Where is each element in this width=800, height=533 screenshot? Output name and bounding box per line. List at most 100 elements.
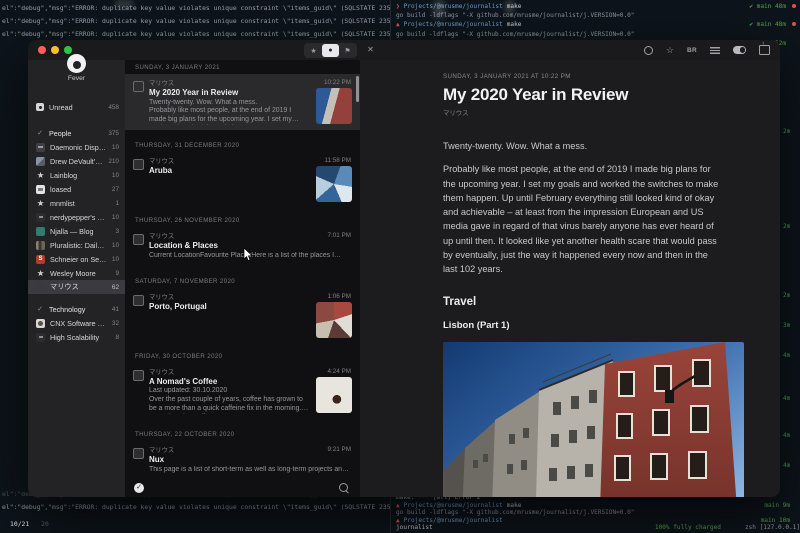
read-checkbox[interactable] [133,295,144,306]
terminal-cmd-line: ▲ Projects/@mrusme/journalist main 10m [396,517,800,525]
feed-favicon [36,143,45,152]
open-in-browser-icon[interactable]: BR [687,47,697,54]
sidebar-item-nerdypeppers-ublog[interactable]: nerdypepper's µblog 10 [28,210,125,224]
terminal-red-dot [792,22,796,26]
sidebar-section-technology[interactable]: ✓ Technology 41 [28,302,125,316]
toolbar-actions: ☆ BR ↑ [644,43,770,57]
feed-favicon [36,241,45,250]
share-icon[interactable]: ↑ [759,45,770,55]
sidebar-item-njalla-blog[interactable]: Njalla — Blog 3 [28,224,125,238]
fever-logo-icon [67,54,86,73]
thumbnail-coffee [316,377,352,413]
article-paragraph: Probably like most people, at the end of… [443,162,723,276]
list-scrollbar[interactable] [356,76,359,102]
star-icon: ★ [310,47,316,55]
star-article-icon[interactable]: ☆ [666,46,674,55]
starred-filter-button[interactable]: ★ [305,44,322,57]
read-checkbox[interactable] [133,81,144,92]
window-titlebar: ★ ● ⚑ ✕ ☆ BR ↑ [28,40,780,60]
sidebar-item-mnmlist[interactable]: ★ mnmlist 1 [28,196,125,210]
section-mark-icon: ✓ [36,129,44,138]
date-header: SATURDAY, 7 NOVEMBER 2020 [135,278,352,285]
reading-pane: SUNDAY, 3 JANUARY 2021 AT 10:22 PM My 20… [360,60,780,497]
flagged-filter-button[interactable]: ⚑ [339,44,356,57]
sidebar-section-people[interactable]: ✓ People 375 [28,126,125,140]
sidebar-item-unread[interactable]: Unread 458 [28,100,125,114]
article-list: SUNDAY, 3 JANUARY 2021 マリウス My 2020 Year… [125,60,360,497]
date-header: THURSDAY, 31 DECEMBER 2020 [135,142,352,149]
terminal-cmd-line: ▲ Projects/@mrusme/journalist make ✔ mai… [396,20,796,29]
article-row-a-nomads-coffee[interactable]: マリウス A Nomad's Coffee Last updated: 30.1… [125,363,360,419]
feed-favicon [36,227,45,236]
article-row-my-2020-year-in-review[interactable]: マリウス My 2020 Year in Review Twenty-twent… [125,74,360,130]
terminal-output-line: go build -ldflags "-X github.com/mrusme/… [396,11,796,20]
date-header: THURSDAY, 26 NOVEMBER 2020 [135,217,352,224]
close-icon: ✕ [367,45,374,54]
sidebar-item-schneier-on-security[interactable]: S Schneier on Security 10 [28,252,125,266]
prompt-icon: ▲ [396,517,400,525]
sidebar-item-high-scalability[interactable]: High Scalability 8 [28,330,125,344]
prompt-icon: ❯ [396,2,400,11]
terminal-edge-column: 2m 2m 2m 3m 4m 4m 4m 4m [783,0,800,533]
sidebar-item-lainblog[interactable]: ★ Lainblog 10 [28,168,125,182]
prompt-icon: ▲ [396,20,400,29]
light-smear [505,0,514,14]
read-checkbox[interactable] [133,234,144,245]
list-bottom-bar: ✓ [125,480,360,497]
sidebar-item-loased[interactable]: loased 27 [28,182,125,196]
tmux-statusbar: 10/21 20 [10,520,49,528]
light-smear [115,0,133,8]
star-favicon-icon: ★ [36,171,45,180]
thumbnail-porto [316,302,352,338]
app-logo: Fever [28,54,125,82]
mark-all-read-icon[interactable]: ✓ [134,483,144,493]
terminal-log-line: el":"debug","msg":"ERROR: duplicate key … [2,15,390,28]
date-header: FRIDAY, 30 OCTOBER 2020 [135,353,352,360]
read-checkbox[interactable] [133,370,144,381]
theme-toggle-icon[interactable] [733,46,746,54]
article-row-nux[interactable]: マリウス Nux This page is a list of short-te… [125,441,360,479]
minimize-traffic-light[interactable] [51,46,59,54]
terminal-output-line: go build -ldflags "-X github.com/mrusme/… [396,509,800,517]
read-checkbox[interactable] [133,159,144,170]
sidebar-item-drew-devaults-blog[interactable]: Drew DeVault's blog 210 [28,154,125,168]
close-filter-button[interactable]: ✕ [364,43,377,56]
article-dateline: SUNDAY, 3 JANUARY 2021 AT 10:22 PM [443,73,744,80]
feed-favicon [36,213,45,222]
dot-icon: ● [328,47,332,54]
date-header: THURSDAY, 22 OCTOBER 2020 [135,431,352,438]
read-checkbox[interactable] [133,448,144,459]
text-settings-icon[interactable] [710,47,720,54]
terminal-cmd-line: ❯ Projects/@mrusme/journalist make ✔ mai… [396,2,796,11]
desktop: el":"debug","msg":"ERROR: duplicate key … [0,0,800,533]
zoom-traffic-light[interactable] [64,46,72,54]
article-row-aruba[interactable]: マリウス Aruba 11:58 PM [125,152,360,205]
feed-favicon [36,283,45,292]
sidebar-item-cnx-software[interactable]: CNX Software – Emb… 32 [28,316,125,330]
article-photo-lisbon [443,342,744,497]
fever-window: ★ ● ⚑ ✕ ☆ BR ↑ [28,40,780,497]
terminal-build-pane-bottom: make: *** [all] Error 2 ▲ Projects/@mrus… [396,494,800,532]
article-heading-travel: Travel [443,296,744,308]
light-smear [433,0,445,18]
feed-favicon [36,319,45,328]
feed-favicon [36,333,45,342]
sidebar-item-wesley-moore[interactable]: ★ Wesley Moore 9 [28,266,125,280]
terminal-cmd-line: ▲ Projects/@mrusme/journalist make main … [396,502,800,510]
flag-icon: ⚑ [344,47,350,55]
search-icon[interactable] [339,483,348,492]
sidebar: Fever Unread 458 ✓ People 375 [28,60,125,497]
close-traffic-light[interactable] [38,46,46,54]
thumbnail-lisbon [316,88,352,124]
sidebar-item-pluralistic[interactable]: Pluralistic: Daily links… 10 [28,238,125,252]
article-row-porto-portugal[interactable]: マリウス Porto, Portugal 1:06 PM [125,288,360,341]
window-body: Fever Unread 458 ✓ People 375 [28,60,780,497]
sidebar-item-marius[interactable]: マリウス 62 [28,280,125,294]
unread-icon [36,103,44,111]
unread-filter-button[interactable]: ● [322,44,339,57]
sidebar-item-daemonic-dispatches[interactable]: Daemonic Dispatches 10 [28,140,125,154]
prompt-icon: ▲ [396,502,400,510]
terminal-log-line: el":"debug","msg":"ERROR: duplicate key … [2,501,390,514]
article-title: My 2020 Year in Review [443,85,744,105]
refresh-icon[interactable] [644,46,653,55]
